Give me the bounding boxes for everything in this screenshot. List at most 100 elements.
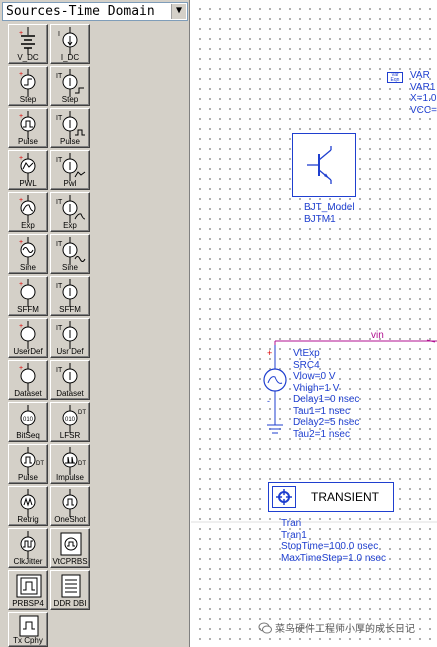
palette-item-label: OneShot: [54, 515, 86, 524]
chevron-down-icon[interactable]: ▼: [171, 4, 186, 19]
palette-item-v-pwl[interactable]: + PWL: [8, 150, 48, 190]
palette-item-label: Dataset: [56, 389, 84, 398]
palette-item-dt-impulse[interactable]: DT Impulse: [50, 444, 90, 484]
palette-item-v-dataset[interactable]: + Dataset: [8, 360, 48, 400]
component-palette: Sources-Time Domain ▼ + V_DC I I_DC + St…: [0, 0, 190, 647]
palette-item-label: Sine: [61, 263, 78, 272]
palette-item-label: Step: [61, 95, 79, 104]
source-line: Delay1=0 nsec: [293, 394, 360, 405]
palette-item-label: Step: [19, 95, 37, 104]
palette-item-label: BitSeq: [16, 431, 40, 440]
palette-item-tx-cphy[interactable]: Tx Cphy: [8, 612, 48, 647]
transient-line: Tran: [281, 518, 302, 529]
palette-item-v-sine[interactable]: + Sine: [8, 234, 48, 274]
palette-item-label: LFSR: [59, 431, 81, 440]
svg-text:IT: IT: [56, 325, 63, 332]
palette-item-label: Dataset: [14, 389, 42, 398]
svg-text:IT: IT: [56, 283, 63, 290]
svg-text:IT: IT: [56, 199, 63, 206]
palette-item-i-dc[interactable]: I I_DC: [50, 24, 90, 64]
palette-item-label: PRBSP4: [12, 599, 44, 608]
palette-item-v-exp[interactable]: + Exp: [8, 192, 48, 232]
source-line: SRC4: [293, 359, 320, 371]
svg-text:+: +: [19, 30, 23, 37]
source-parameters: VtExp SRC4 Vlow=0 V Vhigh=1 V Delay1=0 n…: [293, 348, 359, 440]
schematic-canvas[interactable]: Var Eqn VAR VAR1 X=1.0 VCC= BJT_Model BJ…: [191, 0, 437, 647]
svg-text:IT: IT: [56, 367, 63, 374]
palette-item-i-pwl[interactable]: IT Pwl: [50, 150, 90, 190]
palette-item-v-pulse[interactable]: + Pulse: [8, 108, 48, 148]
svg-text:+: +: [19, 71, 23, 78]
source-line: VtExp: [293, 348, 320, 359]
transient-parameters: Tran Tran1 StopTime=100.0 nsec MaxTimeSt…: [281, 518, 386, 564]
palette-item-oneshot[interactable]: OneShot: [50, 486, 90, 526]
svg-text:+: +: [19, 155, 23, 162]
svg-text:IT: IT: [56, 241, 63, 248]
palette-item-v-userdef[interactable]: + UserDef: [8, 318, 48, 358]
palette-item-label: Retrig: [17, 515, 39, 524]
palette-item-label: ClkJitter: [13, 557, 43, 566]
palette-item-v-step[interactable]: + Step: [8, 66, 48, 106]
source-line: Tau2=1 nsec: [293, 428, 350, 440]
svg-text:010: 010: [23, 417, 34, 423]
palette-item-i-sffm[interactable]: IT SFFM: [50, 276, 90, 316]
palette-item-bitseq[interactable]: 010 BitSeq: [8, 402, 48, 442]
palette-item-label: I_DC: [60, 53, 80, 62]
transient-line: MaxTimeStep=1.0 nsec: [281, 552, 386, 564]
palette-item-i-exp[interactable]: IT Exp: [50, 192, 90, 232]
svg-text:+: +: [19, 365, 23, 372]
source-line: Delay2=5 nsec: [293, 417, 360, 428]
palette-item-i-dataset[interactable]: IT Dataset: [50, 360, 90, 400]
transient-controller[interactable]: TRANSIENT: [268, 482, 394, 512]
svg-text:+: +: [19, 281, 23, 288]
palette-item-lfsr[interactable]: 010 DT LFSR: [50, 402, 90, 442]
palette-item-i-sine[interactable]: IT Sine: [50, 234, 90, 274]
palette-item-vtcprbs[interactable]: VtCPRBS: [50, 528, 90, 568]
vtexp-source-symbol[interactable]: [259, 345, 295, 440]
source-line: Vlow=0 V: [293, 371, 336, 382]
palette-item-label: UserDef: [13, 347, 43, 356]
svg-text:DT: DT: [36, 461, 44, 467]
palette-item-label: Pulse: [17, 137, 38, 146]
palette-item-label: SFFM: [59, 305, 81, 314]
palette-item-label: Sine: [19, 263, 36, 272]
watermark-text: 菜鸟硬件工程师小厚的成长日记: [275, 624, 415, 635]
source-minus-sign: -: [267, 396, 270, 406]
watermark: 菜鸟硬件工程师小厚的成长日记: [258, 620, 415, 635]
palette-item-v-sffm[interactable]: + SFFM: [8, 276, 48, 316]
palette-item-label: DDR DBI: [53, 599, 87, 608]
vin-wire-label[interactable]: vin: [371, 330, 384, 342]
svg-text:DT: DT: [78, 461, 86, 467]
palette-item-retrig[interactable]: Retrig: [8, 486, 48, 526]
palette-item-label: Exp: [21, 221, 35, 230]
svg-text:010: 010: [65, 417, 76, 423]
palette-item-i-pulse[interactable]: IT Pulse: [50, 108, 90, 148]
palette-item-label: Pulse: [17, 473, 38, 482]
transient-icon-box: [272, 486, 296, 508]
palette-item-dt-pulse[interactable]: DT Pulse: [8, 444, 48, 484]
library-dropdown-value: Sources-Time Domain: [6, 4, 155, 19]
svg-text:IT: IT: [56, 73, 63, 80]
svg-text:IT: IT: [56, 115, 63, 122]
palette-item-label: Tx Cphy: [13, 636, 43, 645]
palette-item-v-dc[interactable]: + V_DC: [8, 24, 48, 64]
palette-item-label: Impulse: [55, 473, 84, 482]
palette-item-label: PWL: [19, 179, 37, 188]
palette-item-prbsp4[interactable]: PRBSP4: [8, 570, 48, 610]
palette-item-label: Pulse: [59, 137, 80, 146]
svg-text:+: +: [19, 323, 23, 330]
palette-item-ddr-dbi[interactable]: DDR DBI: [50, 570, 90, 610]
palette-item-label: Usr Def: [56, 347, 84, 356]
transient-title: TRANSIENT: [311, 490, 380, 504]
palette-item-i-step[interactable]: IT Step: [50, 66, 90, 106]
library-dropdown[interactable]: Sources-Time Domain ▼: [2, 2, 188, 21]
palette-item-label: VtCPRBS: [52, 557, 88, 566]
palette-item-clkjitter[interactable]: ClkJitter: [8, 528, 48, 568]
source-line: Vhigh=1 V: [293, 382, 340, 394]
svg-text:+: +: [19, 239, 23, 246]
svg-text:DT: DT: [78, 410, 86, 416]
svg-text:I: I: [58, 31, 60, 38]
palette-item-label: SFFM: [17, 305, 39, 314]
source-plus-sign: +: [267, 348, 273, 358]
palette-item-i-userdef[interactable]: IT Usr Def: [50, 318, 90, 358]
